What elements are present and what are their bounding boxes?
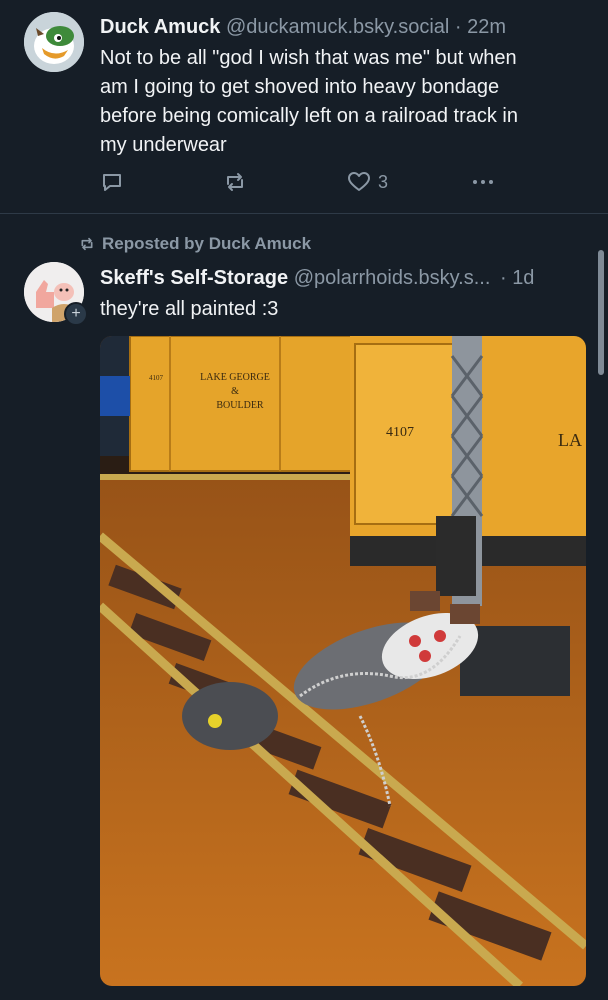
car-partial-label: LA (558, 430, 582, 450)
post1-text-line: my underwear (100, 134, 227, 156)
repost-indicator[interactable]: Reposted by Duck Amuck (78, 234, 311, 254)
post1-handle[interactable]: @duckamuck.bsky.social (226, 16, 449, 38)
car-number: 4107 (386, 425, 414, 440)
repost-button[interactable] (222, 168, 248, 196)
repost-icon (227, 173, 243, 191)
post2-time[interactable]: 1d (512, 267, 534, 289)
more-icon (473, 180, 493, 184)
post1-header: Duck Amuck @duckamuck.bsky.social · 22m (100, 15, 506, 39)
yellow-car-left: LAKE GEORGE & BOULDER 4107 (100, 336, 361, 472)
post1-display-name[interactable]: Duck Amuck (100, 16, 220, 38)
car-label-3: BOULDER (216, 400, 264, 411)
post1-separator: · (454, 16, 462, 38)
repost-label: Reposted by Duck Amuck (102, 234, 312, 253)
post-divider (0, 213, 608, 214)
post2-header: Skeff's Self-Storage @polarrhoids.bsky.s… (100, 266, 534, 290)
post1-actions: 3 (100, 168, 500, 196)
follow-plus-icon: + (71, 305, 81, 322)
car-label-1: LAKE GEORGE (200, 372, 270, 383)
follow-badge[interactable]: + (64, 302, 88, 326)
post-duck-amuck[interactable]: Duck Amuck @duckamuck.bsky.social · 22m … (0, 0, 608, 213)
post2-display-name[interactable]: Skeff's Self-Storage (100, 267, 288, 289)
repost-small-icon (81, 237, 93, 251)
like-count: 3 (378, 171, 389, 192)
heart-icon (348, 172, 370, 191)
scrollbar[interactable] (598, 250, 604, 375)
duck-amuck-avatar[interactable] (24, 12, 84, 72)
reply-button[interactable] (100, 168, 124, 196)
more-options-button[interactable] (470, 168, 496, 196)
car-small-number: 4107 (149, 374, 164, 382)
post1-text-line: before being comically left on a railroa… (100, 105, 518, 127)
post1-text: Not to be all "god I wish that was me" b… (100, 44, 600, 160)
duck-avatar-image (24, 12, 84, 72)
car-label-2: & (231, 386, 239, 397)
train-track-photo: LAKE GEORGE & BOULDER 4107 4107 LA (100, 336, 586, 986)
post1-text-line: Not to be all "god I wish that was me" b… (100, 47, 517, 69)
reply-icon (103, 174, 121, 191)
like-button[interactable]: 3 (346, 168, 388, 196)
post2-separator: · (499, 267, 507, 289)
post-photo[interactable]: LAKE GEORGE & BOULDER 4107 4107 LA (100, 336, 586, 986)
post2-handle[interactable]: @polarrhoids.bsky.s... (294, 267, 491, 289)
post1-text-line: am I going to get shoved into heavy bond… (100, 76, 500, 98)
post2-text: they're all painted :3 (100, 298, 279, 320)
post1-time[interactable]: 22m (467, 16, 506, 38)
